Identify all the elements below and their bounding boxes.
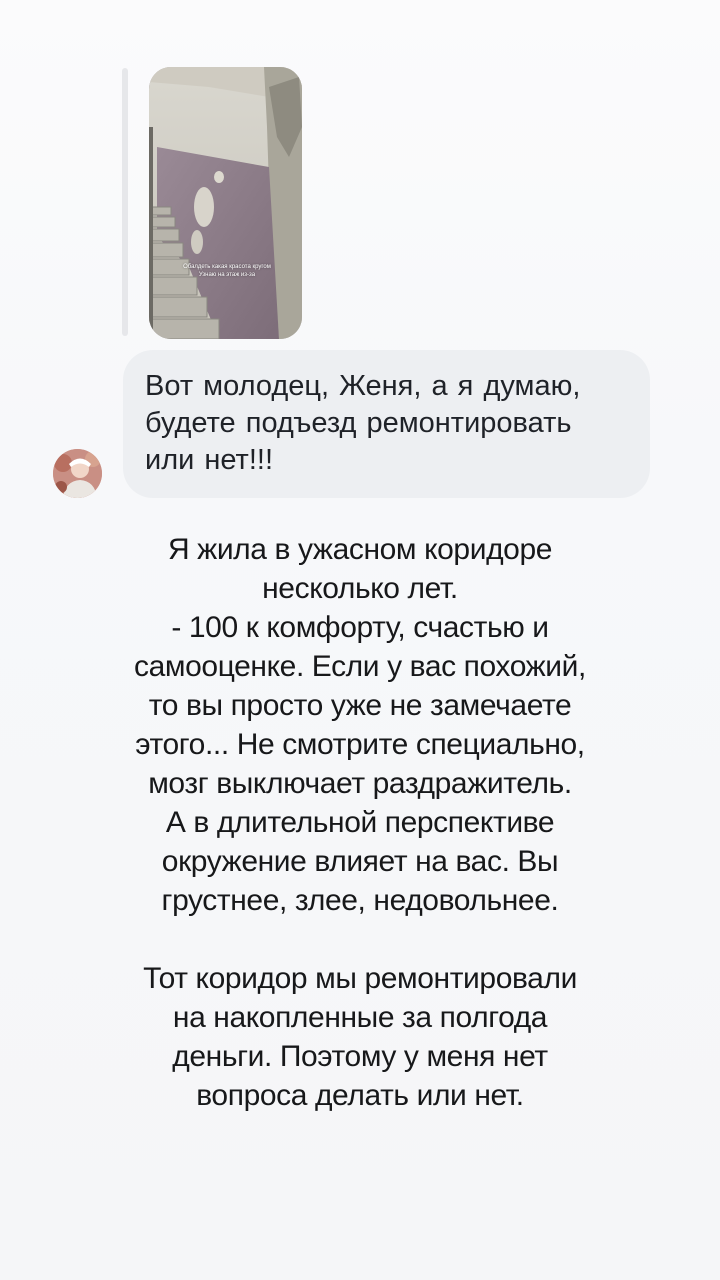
user-avatar-photo-icon [53,449,102,498]
reply-quote-bar [122,68,128,336]
story-paragraph-1: Я жила в ужасном коридоре несколько лет.… [134,533,586,917]
thumbnail-caption-line-1: Обалдеть какая красота кругом [183,264,271,270]
commenter-avatar[interactable] [53,449,102,498]
comment-text: Вот молодец, Женя, а я думаю, будете под… [145,370,581,476]
thumbnail-caption-line-2: Узнаю на этаж из-за [198,272,256,278]
story-body-text: Я жила в ужасном коридоре несколько лет.… [60,530,660,1115]
replied-story-thumbnail[interactable]: Обалдеть какая красота кругом Узнаю на э… [149,67,302,339]
comment-bubble: Вот молодец, Женя, а я думаю, будете под… [123,350,650,498]
thumbnail-caption: Обалдеть какая красота кругом Узнаю на э… [167,263,287,279]
stairwell-photo [149,67,302,339]
story-paragraph-2: Тот коридор мы ремонтировали на накоплен… [143,962,577,1112]
